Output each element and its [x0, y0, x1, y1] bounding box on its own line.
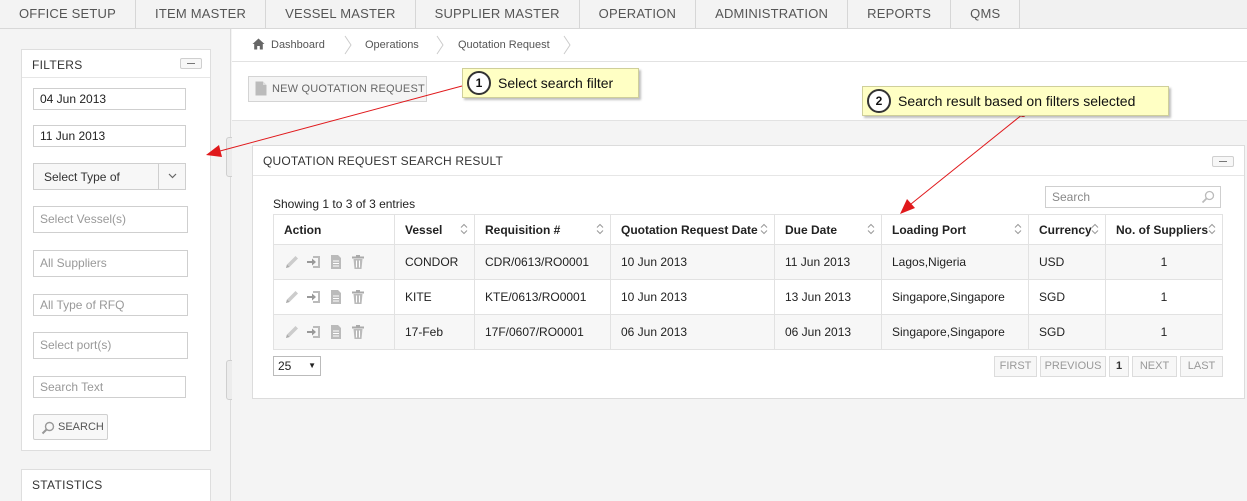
callout-number: 1 — [467, 71, 491, 95]
callout-text: Search result based on filters selected — [898, 93, 1136, 109]
callout-2-arrow-line — [910, 113, 1024, 205]
callout-1-arrow-line — [219, 85, 463, 152]
callout-number: 2 — [867, 89, 891, 113]
callout-text: Select search filter — [498, 75, 614, 91]
callout-select-search-filter: 1 Select search filter — [462, 68, 639, 98]
callout-search-result: 2 Search result based on filters selecte… — [862, 86, 1169, 116]
callout-2-arrowhead — [900, 199, 915, 214]
callout-1-arrowhead — [206, 145, 222, 157]
